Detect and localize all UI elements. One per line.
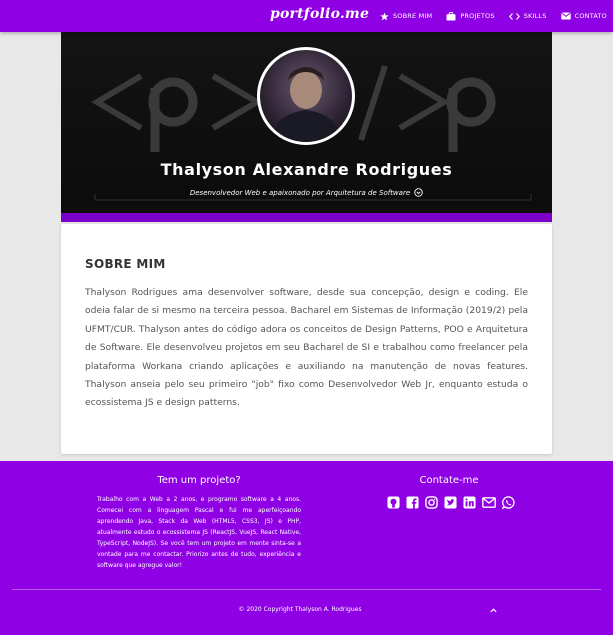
nav-item-contato[interactable]: CONTATO xyxy=(560,12,607,20)
about-card: SOBRE MIM Thalyson Rodrigues ama desenvo… xyxy=(61,224,552,454)
instagram-icon[interactable] xyxy=(425,494,438,513)
project-text: Trabalho com a Web a 2 anos, e programo … xyxy=(97,496,301,569)
star-icon xyxy=(380,11,389,20)
contact-title: Contate-me xyxy=(419,475,479,486)
nav-label-sobre-mim: SOBRE MIM xyxy=(392,12,433,20)
nav-links: SOBRE MIM PROJETOS SKILLS CONTATO xyxy=(380,0,607,32)
nav-label-projetos: PROJETOS xyxy=(460,12,495,20)
navbar: portfolio.me SOBRE MIM PROJETOS SKILLS C… xyxy=(0,0,613,32)
nav-item-projetos[interactable]: PROJETOS xyxy=(446,11,495,21)
twitter-icon[interactable] xyxy=(444,494,457,513)
code-icon xyxy=(508,12,520,20)
nav-item-sobre-mim[interactable]: SOBRE MIM xyxy=(380,11,433,21)
footer-divider xyxy=(12,589,601,590)
footer: Tem um projeto? Trabalho com a Web a 2 a… xyxy=(0,461,613,635)
project-title: Tem um projeto? xyxy=(157,475,241,486)
hero-accent-strip xyxy=(61,213,552,222)
hero-role: Desenvolvedor Web e apaixonado por Arqui… xyxy=(61,188,552,197)
chevron-circle-down-icon[interactable] xyxy=(414,188,423,197)
nav-label-skills: SKILLS xyxy=(523,12,547,20)
whatsapp-icon[interactable] xyxy=(501,494,515,513)
hero-name: Thalyson Alexandre Rodrigues xyxy=(160,160,453,179)
nav-item-skills[interactable]: SKILLS xyxy=(508,12,547,21)
avatar-photo xyxy=(270,67,342,142)
about-text: Thalyson Rodrigues ama desenvolver softw… xyxy=(85,287,528,409)
facebook-icon[interactable] xyxy=(406,494,419,513)
social-links xyxy=(387,494,515,513)
envelope-icon[interactable] xyxy=(482,494,496,513)
envelope-icon xyxy=(560,12,571,20)
chevron-up-icon[interactable] xyxy=(489,606,498,615)
nav-label-contato: CONTATO xyxy=(574,12,607,20)
briefcase-icon xyxy=(446,11,456,20)
profile-avatar xyxy=(257,47,355,145)
github-icon[interactable] xyxy=(387,494,400,513)
linkedin-icon[interactable] xyxy=(463,494,476,513)
hero-banner: Thalyson Alexandre Rodrigues Desenvolved… xyxy=(61,28,552,222)
about-title: SOBRE MIM xyxy=(85,257,166,271)
hero-role-text: Desenvolvedor Web e apaixonado por Arqui… xyxy=(189,188,411,197)
copyright: © 2020 Copyright Thalyson A. Rodrigues xyxy=(238,606,362,613)
brand-logo[interactable]: portfolio.me xyxy=(270,6,369,22)
